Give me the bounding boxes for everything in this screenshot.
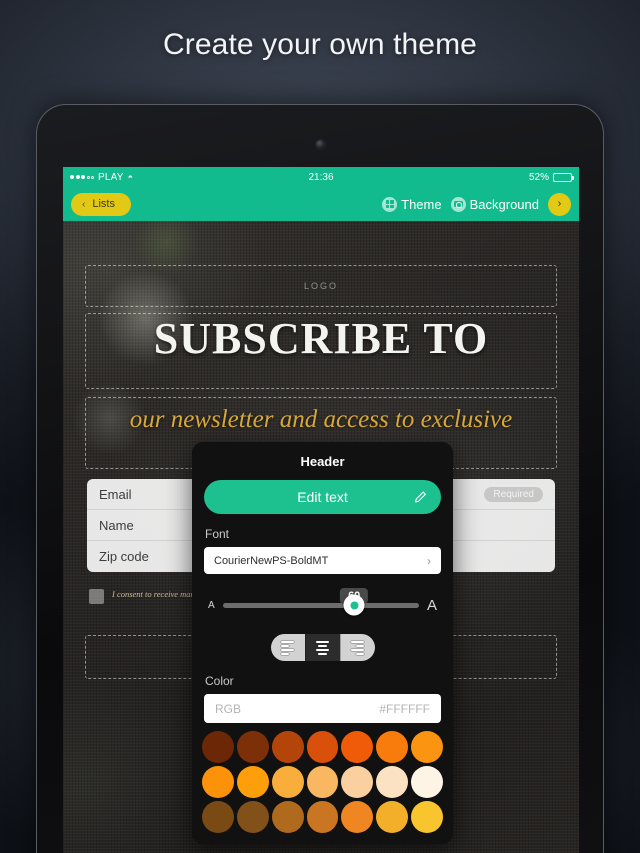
status-badge: Required <box>484 486 543 502</box>
page-title: Create your own theme <box>163 28 477 61</box>
status-bar: PLAY ◓ 21:36 52% <box>63 167 579 187</box>
camera-icon <box>450 196 466 212</box>
grid-icon <box>382 196 398 212</box>
battery-percent-label: 52% <box>528 171 549 183</box>
rgb-hex-value: #FFFFFF <box>379 701 430 716</box>
background-button-label: Background <box>469 196 539 212</box>
modal-title: Header <box>300 454 345 469</box>
rgb-input-placeholder: RGB <box>215 701 242 716</box>
back-to-lists-label: Lists <box>92 198 115 210</box>
color-swatch[interactable] <box>411 800 444 833</box>
header-style-modal: Header Edit text Font CourierNewPS-BoldM… <box>192 442 453 844</box>
background-button[interactable]: Background <box>450 196 539 212</box>
color-swatch[interactable] <box>202 800 234 833</box>
color-swatch[interactable] <box>306 731 339 763</box>
color-swatch[interactable] <box>376 765 409 798</box>
color-swatch[interactable] <box>271 765 304 798</box>
color-swatch[interactable] <box>271 800 304 833</box>
color-swatch[interactable] <box>376 731 409 763</box>
form-headline: SUBSCRIBE TO <box>153 314 489 363</box>
theme-button[interactable]: Theme <box>382 196 442 212</box>
align-center-icon <box>316 640 329 655</box>
carrier-label: PLAY <box>98 171 124 183</box>
wifi-icon: ◓ <box>127 171 134 182</box>
field-label: Email <box>99 486 132 502</box>
font-size-slider-handle[interactable] <box>343 594 365 616</box>
next-step-button[interactable]: › <box>548 192 571 216</box>
field-label: Name <box>99 517 134 533</box>
color-swatch-grid <box>192 723 453 837</box>
clock-label: 21:36 <box>308 171 334 183</box>
color-swatch[interactable] <box>341 765 374 798</box>
align-left-button[interactable] <box>270 634 305 661</box>
color-swatch[interactable] <box>236 800 269 833</box>
front-camera-icon <box>315 140 325 149</box>
font-size-min-label: A <box>208 599 215 611</box>
logo-placeholder-label: LOGO <box>303 281 338 291</box>
edit-text-button[interactable]: Edit text <box>204 480 441 514</box>
tablet-screen: PLAY ◓ 21:36 52% ‹ Lists Theme Backgroun… <box>63 167 579 853</box>
chevron-right-icon: › <box>427 553 431 568</box>
tablet-device-frame: PLAY ◓ 21:36 52% ‹ Lists Theme Backgroun… <box>36 104 604 853</box>
screenshot-stage: Create your own theme PLAY ◓ 21:36 52% ‹… <box>0 0 640 853</box>
color-section-label: Color <box>205 674 234 688</box>
color-swatch[interactable] <box>376 800 409 833</box>
color-swatch[interactable] <box>236 731 269 763</box>
rgb-color-input[interactable]: RGB #FFFFFF <box>204 694 441 723</box>
consent-checkbox[interactable] <box>89 589 104 604</box>
text-alignment-group <box>270 634 375 661</box>
logo-placeholder-slot[interactable]: LOGO <box>85 265 557 307</box>
signal-strength-icon <box>70 175 94 179</box>
color-swatch[interactable] <box>271 731 304 763</box>
field-label: Zip code <box>99 549 149 564</box>
battery-icon <box>553 172 574 182</box>
theme-button-label: Theme <box>401 196 442 212</box>
color-swatch[interactable] <box>411 731 444 763</box>
color-swatch[interactable] <box>202 765 234 798</box>
app-navigation-bar: ‹ Lists Theme Background › <box>63 187 579 221</box>
font-size-slider[interactable]: 60 <box>222 587 419 616</box>
chevron-left-icon: ‹ <box>82 198 86 210</box>
font-family-select[interactable]: CourierNewPS-BoldMT › <box>204 547 441 574</box>
pencil-icon <box>415 491 426 503</box>
color-swatch[interactable] <box>341 731 374 763</box>
status-bar-left: PLAY ◓ <box>70 172 308 183</box>
color-swatch[interactable] <box>341 800 374 833</box>
navbar-actions: Theme Background › <box>382 192 571 216</box>
edit-text-button-label: Edit text <box>297 489 348 505</box>
back-to-lists-button[interactable]: ‹ Lists <box>71 192 131 216</box>
font-family-value: CourierNewPS-BoldMT <box>214 554 329 567</box>
align-right-icon <box>351 640 364 655</box>
status-bar-right: 52% <box>334 171 574 183</box>
align-left-icon <box>281 640 294 655</box>
font-size-max-label: A <box>426 596 437 614</box>
align-center-button[interactable] <box>304 634 340 661</box>
color-swatch[interactable] <box>306 765 339 798</box>
color-swatch[interactable] <box>202 731 234 763</box>
color-swatch[interactable] <box>306 800 339 833</box>
chevron-right-icon: › <box>557 198 562 210</box>
font-section-label: Font <box>205 527 230 541</box>
align-right-button[interactable] <box>339 634 375 661</box>
font-size-slider-row: A 60 A <box>208 587 437 620</box>
color-swatch[interactable] <box>236 765 269 798</box>
color-swatch[interactable] <box>411 765 444 798</box>
